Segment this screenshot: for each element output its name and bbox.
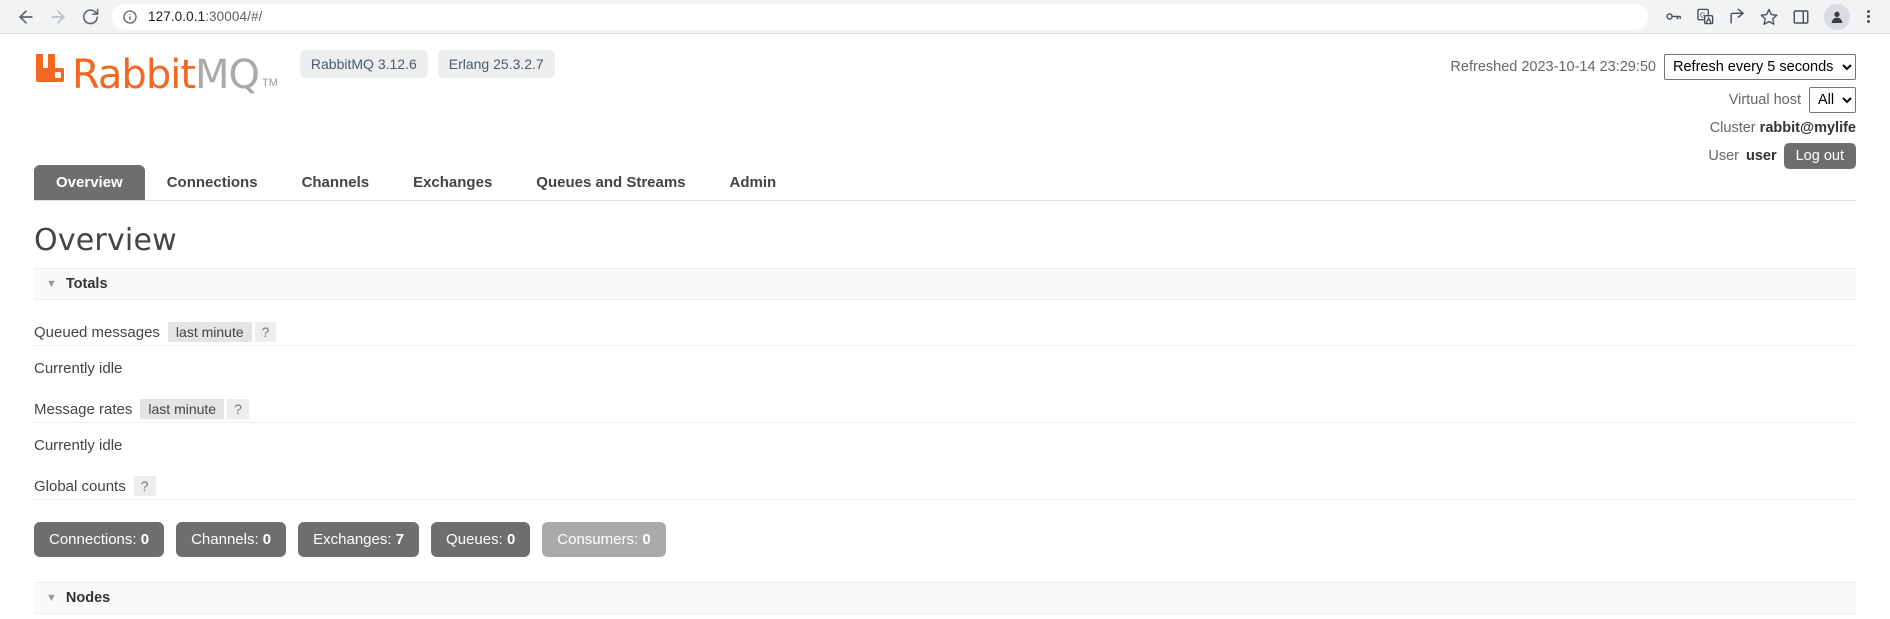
tab-overview[interactable]: Overview [34, 165, 145, 200]
count-badge-exchanges[interactable]: Exchanges: 7 [298, 522, 420, 557]
count-badge-channels[interactable]: Channels: 0 [176, 522, 287, 557]
key-icon[interactable] [1658, 2, 1688, 32]
chevron-down-icon: ▼ [46, 278, 57, 290]
bookmark-star-icon[interactable] [1754, 2, 1784, 32]
nodes-table-wrap: Name File descriptors? Socket descriptor… [34, 614, 1856, 619]
version-badges: RabbitMQ 3.12.6 Erlang 25.3.2.7 [299, 50, 555, 78]
count-badge-exchanges-value: 7 [395, 531, 405, 548]
tab-exchanges[interactable]: Exchanges [391, 165, 514, 200]
message-rates-help-icon[interactable]: ? [227, 399, 249, 419]
count-badge-consumers[interactable]: Consumers: 0 [542, 522, 666, 557]
totals-section-label: Totals [65, 276, 108, 292]
browser-menu-icon[interactable] [1856, 2, 1880, 32]
side-panel-icon[interactable] [1786, 2, 1816, 32]
count-badge-queues-value: 0 [506, 531, 516, 548]
brand-name-secondary: MQ [195, 52, 260, 98]
cluster-name: rabbit@mylife [1759, 120, 1856, 136]
count-badge-queues[interactable]: Queues: 0 [431, 522, 531, 557]
back-arrow-icon[interactable] [10, 1, 42, 33]
url-path: :30004/#/ [205, 9, 263, 24]
header-status-panel: Refreshed 2023-10-14 23:29:50 Refresh ev… [1450, 50, 1856, 169]
refresh-row: Refreshed 2023-10-14 23:29:50 Refresh ev… [1450, 54, 1856, 80]
cluster-row: Cluster rabbit@mylife [1450, 120, 1856, 136]
nodes-section-label: Nodes [65, 590, 111, 606]
tab-connections[interactable]: Connections [145, 165, 280, 200]
browser-toolbar: 127.0.0.1:30004/#/ G [0, 0, 1890, 34]
logout-button[interactable]: Log out [1783, 143, 1856, 169]
address-bar[interactable]: 127.0.0.1:30004/#/ [112, 3, 1648, 30]
forward-arrow-icon[interactable] [42, 1, 74, 33]
vhost-row: Virtual host All [1450, 87, 1856, 113]
brand-name: RabbitMQ [72, 52, 260, 98]
tab-channels[interactable]: Channels [280, 165, 392, 200]
global-counts-help-icon[interactable]: ? [133, 476, 156, 496]
url-host: 127.0.0.1 [148, 9, 206, 24]
user-row: User user Log out [1450, 143, 1856, 169]
tab-queues-and-streams[interactable]: Queues and Streams [514, 165, 707, 200]
browser-actions: G [1656, 2, 1880, 32]
rabbitmq-version-badge[interactable]: RabbitMQ 3.12.6 [299, 50, 428, 78]
erlang-version-badge[interactable]: Erlang 25.3.2.7 [437, 50, 555, 78]
reload-icon[interactable] [74, 1, 106, 33]
count-badge-connections-label: Connections: [49, 531, 137, 548]
queued-messages-label: Queued messages [34, 323, 160, 341]
count-badge-connections-value: 0 [140, 531, 150, 548]
page-title: Overview [34, 223, 177, 258]
message-rates-idle-text: Currently idle [34, 437, 123, 454]
trademark-label: TM [262, 77, 278, 89]
global-counts-badges: Connections: 0 Channels: 0 Exchanges: 7 … [34, 522, 1856, 557]
rabbitmq-logo[interactable]: RabbitMQ TM [34, 50, 278, 95]
global-counts-label: Global counts [34, 477, 126, 495]
message-rates-period-chip[interactable]: last minute [140, 399, 225, 419]
queued-messages-idle-text: Currently idle [34, 360, 123, 377]
share-icon[interactable] [1722, 2, 1752, 32]
count-badge-connections[interactable]: Connections: 0 [34, 522, 165, 557]
url-text: 127.0.0.1:30004/#/ [148, 9, 262, 24]
main-navigation: Overview Connections Channels Exchanges … [34, 165, 1856, 201]
user-label: User [1708, 148, 1739, 164]
vhost-select[interactable]: All [1809, 87, 1856, 113]
count-badge-consumers-value: 0 [642, 531, 651, 548]
count-badge-exchanges-label: Exchanges: [313, 531, 392, 548]
cluster-label: Cluster [1709, 120, 1756, 136]
count-badge-channels-value: 0 [262, 531, 272, 548]
queued-messages-row: Queued messages last minute ? [34, 322, 1856, 346]
rabbitmq-management-page: RabbitMQ TM RabbitMQ 3.12.6 Erlang 25.3.… [0, 34, 1890, 619]
brand-name-primary: Rabbit [72, 52, 196, 98]
count-badge-channels-label: Channels: [191, 531, 259, 548]
user-name: user [1745, 148, 1777, 164]
global-counts-row: Global counts ? [34, 476, 1856, 500]
chevron-down-icon: ▼ [46, 592, 57, 604]
app-header: RabbitMQ TM RabbitMQ 3.12.6 Erlang 25.3.… [34, 34, 1856, 169]
count-badge-consumers-label: Consumers: [557, 531, 639, 548]
profile-avatar-icon[interactable] [1824, 3, 1850, 30]
refresh-interval-select[interactable]: Refresh every 5 seconds [1664, 54, 1856, 80]
translate-icon[interactable]: G [1690, 2, 1720, 32]
vhost-label: Virtual host [1728, 92, 1801, 108]
nodes-section-header[interactable]: ▼ Nodes [34, 582, 1856, 614]
tab-admin[interactable]: Admin [708, 165, 799, 200]
message-rates-label: Message rates [34, 400, 133, 418]
count-badge-queues-label: Queues: [446, 531, 503, 548]
info-circle-icon[interactable] [122, 9, 138, 25]
refreshed-timestamp: Refreshed 2023-10-14 23:29:50 [1450, 59, 1656, 75]
queued-messages-help-icon[interactable]: ? [254, 322, 277, 342]
rabbitmq-logo-icon [34, 50, 68, 89]
message-rates-row: Message rates last minute ? [34, 399, 1856, 423]
queued-messages-period-chip[interactable]: last minute [167, 322, 252, 342]
totals-section-header[interactable]: ▼ Totals [34, 268, 1856, 300]
